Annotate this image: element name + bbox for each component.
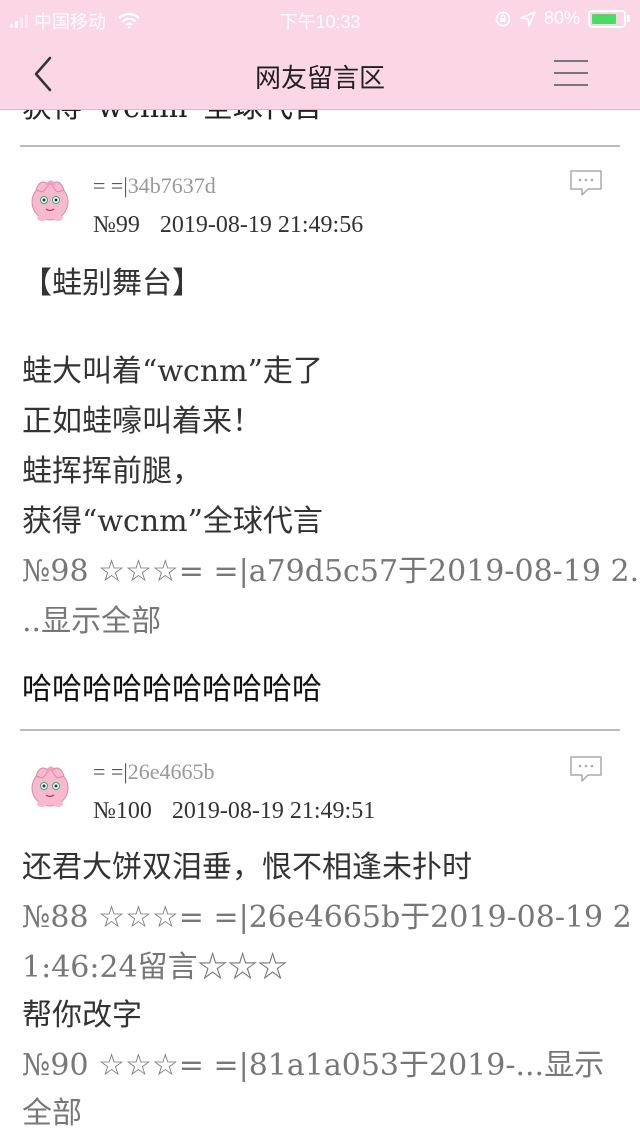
status-right: 80% [494, 8, 630, 29]
post-text-line: 还君大饼双泪垂，恨不相逢未扑时 [22, 850, 472, 885]
battery-level [592, 13, 616, 24]
menu-button[interactable] [554, 58, 590, 90]
post-date: 2019-08-19 21:49:51 [171, 798, 376, 824]
post-number: №99 [93, 212, 140, 238]
reply-text: 哈哈哈哈哈哈哈哈哈哈 [22, 672, 322, 707]
post-number: №100 [93, 798, 152, 824]
hamburger-menu-icon [554, 60, 588, 62]
post-meta: №100 2019-08-19 21:49:51 [93, 798, 375, 825]
quoted-reply-line: ..显示全部 [22, 596, 161, 640]
quoted-reply-line: 全部 [22, 1088, 82, 1132]
post-text-line: 蛙大叫着“wcnm”走了 [22, 354, 323, 389]
show-all-link[interactable]: 显示 [544, 1048, 604, 1083]
quoted-reply-line: №98 ☆☆☆= =|a79d5c57于2019-08-19 2. [22, 554, 640, 589]
post-meta: №99 2019-08-19 21:49:56 [93, 212, 363, 239]
post-date: 2019-08-19 21:49:56 [159, 212, 364, 238]
post-divider [20, 145, 620, 147]
user-avatar[interactable] [22, 170, 78, 226]
back-button[interactable] [26, 54, 66, 94]
comment-icon[interactable] [568, 754, 604, 784]
user-id-hash: 26e4665b [127, 759, 215, 784]
user-avatar[interactable] [22, 756, 78, 812]
user-id-prefix: = =| [93, 759, 128, 784]
battery-icon [588, 9, 630, 28]
location-icon [520, 10, 536, 27]
battery-percent: 80% [543, 8, 580, 28]
show-all-link[interactable]: 显示全部 [41, 604, 161, 639]
quote-text: №90 ☆☆☆= =|81a1a053于2019-... [22, 1048, 545, 1083]
page-title: 网友留言区 [254, 64, 385, 94]
post-text-line: 获得“wcnm”全球代言 [22, 504, 323, 539]
status-bar: 中国移动 下午10:33 80% [0, 0, 640, 40]
post-text-line: 正如蛙嚎叫着来！ [22, 404, 262, 439]
quote-ellipsis: .. [22, 604, 42, 639]
user-id-prefix: = =| [93, 173, 128, 198]
comment-icon[interactable] [568, 168, 604, 198]
quoted-reply-line: 1:46:24留言☆☆☆ [22, 950, 288, 985]
post-divider [20, 729, 620, 731]
user-id: = =|34b7637d [93, 173, 216, 199]
rotation-lock-icon [495, 11, 511, 26]
show-all-link[interactable]: 全部 [22, 1096, 82, 1131]
post-text-line: 帮你改字 [22, 998, 142, 1033]
quoted-reply-line: №90 ☆☆☆= =|81a1a053于2019-...显示 [22, 1040, 604, 1084]
user-id: = =|26e4665b [93, 759, 214, 785]
user-id-hash: 34b7637d [127, 173, 216, 198]
message-list[interactable]: 获得“wcnm”全球代言 = =|34b7637d №992019-08- [0, 0, 640, 1138]
nav-bar: 网友留言区 [0, 40, 640, 110]
chevron-left-icon [34, 56, 52, 92]
post-text-line: 【蛙别舞台】 [22, 266, 202, 301]
quoted-reply-line: №88 ☆☆☆= =|26e4665b于2019-08-19 2 [22, 900, 632, 935]
post-text-line: 蛙挥挥前腿， [22, 454, 202, 489]
